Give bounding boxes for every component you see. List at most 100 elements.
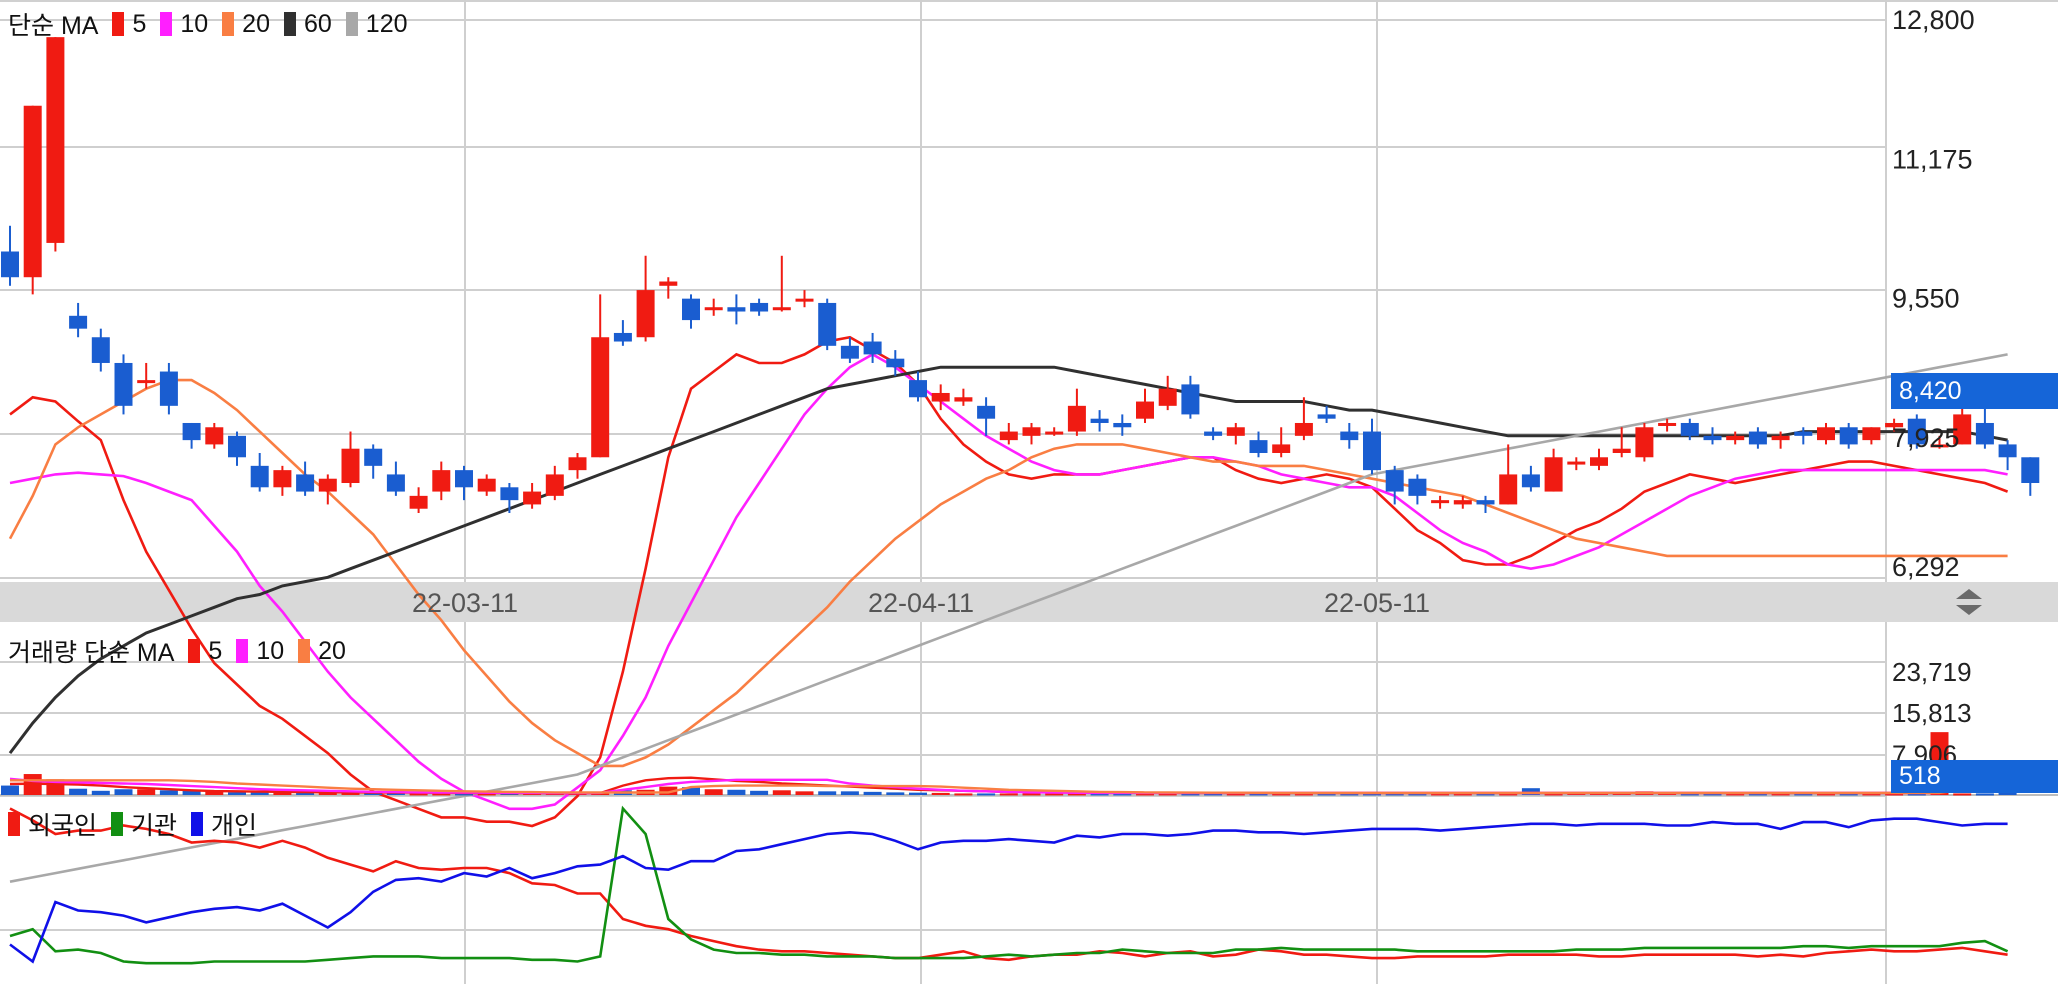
candle — [386, 461, 405, 496]
candle-body — [159, 371, 178, 406]
candle-body — [704, 307, 723, 311]
foreign-label: 외국인 — [28, 812, 98, 840]
candle-body — [591, 337, 610, 458]
candle-body — [1204, 431, 1223, 436]
candle — [1, 225, 19, 286]
vol-ma10-label: 10 — [256, 636, 285, 665]
volume-bar — [1, 785, 19, 795]
price-tick-label: 7,925 — [1892, 423, 1960, 453]
candle-body — [2021, 457, 2040, 483]
candle — [1794, 427, 1813, 445]
ma120-swatch — [345, 12, 358, 36]
candle-body — [909, 380, 927, 398]
candle-body — [682, 298, 700, 321]
candle-body — [318, 478, 337, 492]
candle-body — [1590, 457, 1608, 466]
volume-bar — [977, 793, 996, 796]
candle-body — [750, 302, 769, 312]
volume-bar — [886, 792, 905, 795]
candle-body — [954, 397, 973, 402]
investor-foreign-line — [9, 807, 2008, 962]
candle-body — [205, 427, 224, 445]
candle-body — [364, 448, 383, 466]
candle — [750, 298, 769, 316]
candle — [682, 294, 700, 329]
candle-body — [341, 448, 360, 483]
candle — [727, 294, 746, 325]
candle-body — [795, 298, 814, 302]
candle-body — [1, 251, 19, 278]
candle — [1158, 375, 1177, 411]
price-legend-title: 단순 MA — [8, 12, 99, 40]
candles — [1, 37, 2040, 514]
foreign-swatch — [8, 812, 20, 836]
candle — [1249, 431, 1268, 458]
candle-body — [137, 380, 156, 384]
price-tick-label: 6,292 — [1892, 552, 1960, 582]
candle-body — [1408, 478, 1427, 496]
volume-bar — [909, 792, 927, 795]
candle-body — [477, 478, 496, 492]
candle-body — [1726, 435, 1745, 441]
vol-ma5-swatch — [188, 639, 201, 663]
institution-label: 기관 — [131, 812, 178, 840]
candle-body — [114, 362, 133, 406]
candle-body — [1113, 422, 1132, 428]
candle-body — [863, 341, 882, 355]
candle — [228, 431, 246, 466]
stock-chart[interactable]: 12,800 11,175 9,550 7,925 6,292 22-03-11 22-04… — [0, 0, 2058, 984]
candle — [137, 362, 156, 389]
candle — [69, 302, 88, 338]
volume-bar — [772, 790, 791, 795]
candle — [1408, 474, 1427, 505]
candle — [999, 422, 1018, 445]
last-price-badge: 8,420 — [1891, 373, 2058, 409]
candle-body — [69, 315, 88, 329]
candle-body — [613, 332, 632, 342]
volume-bar — [818, 791, 837, 795]
chart-canvas[interactable]: 12,800 11,175 9,550 7,925 6,292 22-03-11 22-04… — [0, 0, 2058, 984]
candle — [273, 465, 292, 496]
volume-bar — [228, 792, 246, 795]
candle-body — [273, 470, 292, 488]
ma10-swatch — [160, 12, 173, 36]
volume-bar — [931, 792, 950, 795]
candle — [23, 105, 42, 295]
candle — [591, 294, 610, 458]
candle — [1022, 422, 1041, 445]
investor-individual-line — [9, 817, 2008, 964]
candle — [114, 354, 133, 415]
candle-body — [1272, 444, 1291, 453]
candle-body — [1136, 401, 1154, 419]
candle-body — [1363, 431, 1381, 471]
candle-body — [886, 358, 905, 368]
candle-body — [1022, 427, 1041, 436]
candle-body — [727, 307, 746, 312]
candle — [500, 482, 519, 514]
panel-resize-handle-icon[interactable] — [1952, 586, 1986, 618]
candle — [250, 452, 269, 492]
investor-lines — [9, 805, 2009, 965]
candle-body — [182, 422, 201, 441]
ma60-label: 60 — [303, 9, 332, 38]
candle — [2021, 457, 2040, 496]
candle-body — [46, 37, 65, 243]
candle-body — [840, 345, 859, 359]
volume-bar — [750, 790, 769, 795]
price-tick-label: 12,800 — [1892, 5, 1975, 35]
volume-bar — [840, 791, 859, 795]
candle-body — [636, 290, 655, 338]
candle-body — [545, 474, 564, 496]
candle — [1748, 427, 1767, 449]
candle-body — [1975, 422, 1994, 445]
candle — [1521, 465, 1540, 492]
candle-body — [1340, 431, 1359, 441]
candle-body — [772, 307, 791, 311]
candle-body — [1158, 388, 1177, 406]
candle-body — [296, 474, 315, 492]
vol-ma10-swatch — [236, 639, 249, 663]
candle-body — [1748, 431, 1767, 445]
candle-body — [1612, 448, 1631, 453]
candle-body — [1839, 427, 1858, 445]
candle — [1703, 427, 1722, 445]
